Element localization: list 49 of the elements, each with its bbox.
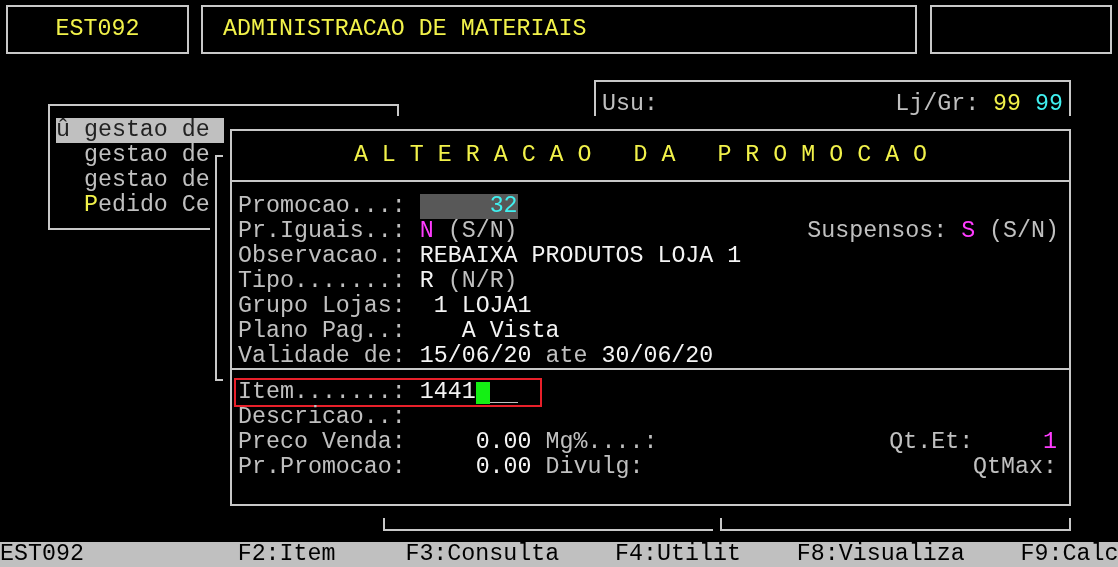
option-hint: (S/N) bbox=[447, 219, 518, 244]
system-title: ADMINISTRACAO DE MATERIAIS bbox=[223, 17, 587, 42]
store-number: 99 bbox=[993, 92, 1022, 116]
group-number: 99 bbox=[1035, 92, 1063, 116]
function-key-hint[interactable]: F9:Calc bbox=[1020, 542, 1118, 567]
field-value: LOJA1 bbox=[461, 294, 532, 319]
field-label: Suspensos: bbox=[807, 219, 948, 244]
field-label: Grupo Lojas: bbox=[238, 294, 406, 319]
promo-number-field[interactable]: 32 bbox=[419, 194, 518, 219]
field-value: REBAIXA PRODUTOS LOJA 1 bbox=[419, 244, 742, 269]
dialog-title: A L T E R A C A O D A P R O M O C A O bbox=[353, 143, 928, 168]
function-key-hint[interactable]: F3:Consulta bbox=[405, 542, 616, 567]
payment-plan-value: A Vista bbox=[461, 319, 560, 344]
menu-item[interactable]: Pedido Ce bbox=[56, 193, 224, 218]
function-key-hint[interactable]: F2:Item bbox=[237, 542, 406, 567]
menu-item[interactable]: û gestao de bbox=[56, 118, 224, 143]
field-label: Descricao..: bbox=[238, 405, 406, 426]
field-label: Preco Venda: bbox=[238, 430, 406, 451]
flag-value: N bbox=[419, 219, 434, 244]
field-label: Plano Pag..: bbox=[238, 319, 406, 344]
user-label: Usu: bbox=[602, 92, 658, 116]
field-label: Pr.Promocao: bbox=[238, 455, 406, 476]
field-label: Pr.Iguais..: bbox=[238, 219, 406, 244]
field-value: R bbox=[419, 269, 434, 294]
quantity-value: 1 bbox=[1042, 430, 1057, 451]
flag-value: S bbox=[961, 219, 976, 244]
field-value: 30/06/20 bbox=[601, 344, 714, 369]
option-hint: (S/N) bbox=[989, 219, 1059, 244]
field-label: Validade de: bbox=[238, 344, 406, 369]
store-label: Lj/Gr: bbox=[895, 92, 980, 116]
program-code: EST092 bbox=[55, 17, 140, 42]
field-value: 15/06/20 bbox=[419, 344, 532, 369]
store-group-code: 1 bbox=[432, 294, 448, 319]
function-key-hint[interactable]: F4:Utilit bbox=[615, 542, 797, 567]
function-key-hint[interactable]: F8:Visualiza bbox=[796, 542, 1021, 567]
menu-item[interactable]: gestao de bbox=[56, 168, 224, 193]
field-label: Promocao...: bbox=[238, 194, 406, 219]
price-value: 0.00 bbox=[474, 430, 532, 451]
field-label: QtMax: bbox=[973, 455, 1057, 476]
price-value: 0.00 bbox=[474, 455, 532, 476]
field-label: Qt.Et: bbox=[889, 430, 974, 451]
field-label: Divulg: bbox=[545, 455, 644, 476]
option-hint: (N/R) bbox=[447, 269, 518, 294]
field-label: Mg%....: bbox=[545, 430, 658, 451]
field-label: Observacao.: bbox=[238, 244, 406, 269]
program-code: EST092 bbox=[0, 542, 85, 567]
field-label: Tipo.......: bbox=[238, 269, 406, 294]
menu-item[interactable]: gestao de bbox=[56, 143, 224, 168]
option-hint: ate bbox=[545, 344, 588, 369]
